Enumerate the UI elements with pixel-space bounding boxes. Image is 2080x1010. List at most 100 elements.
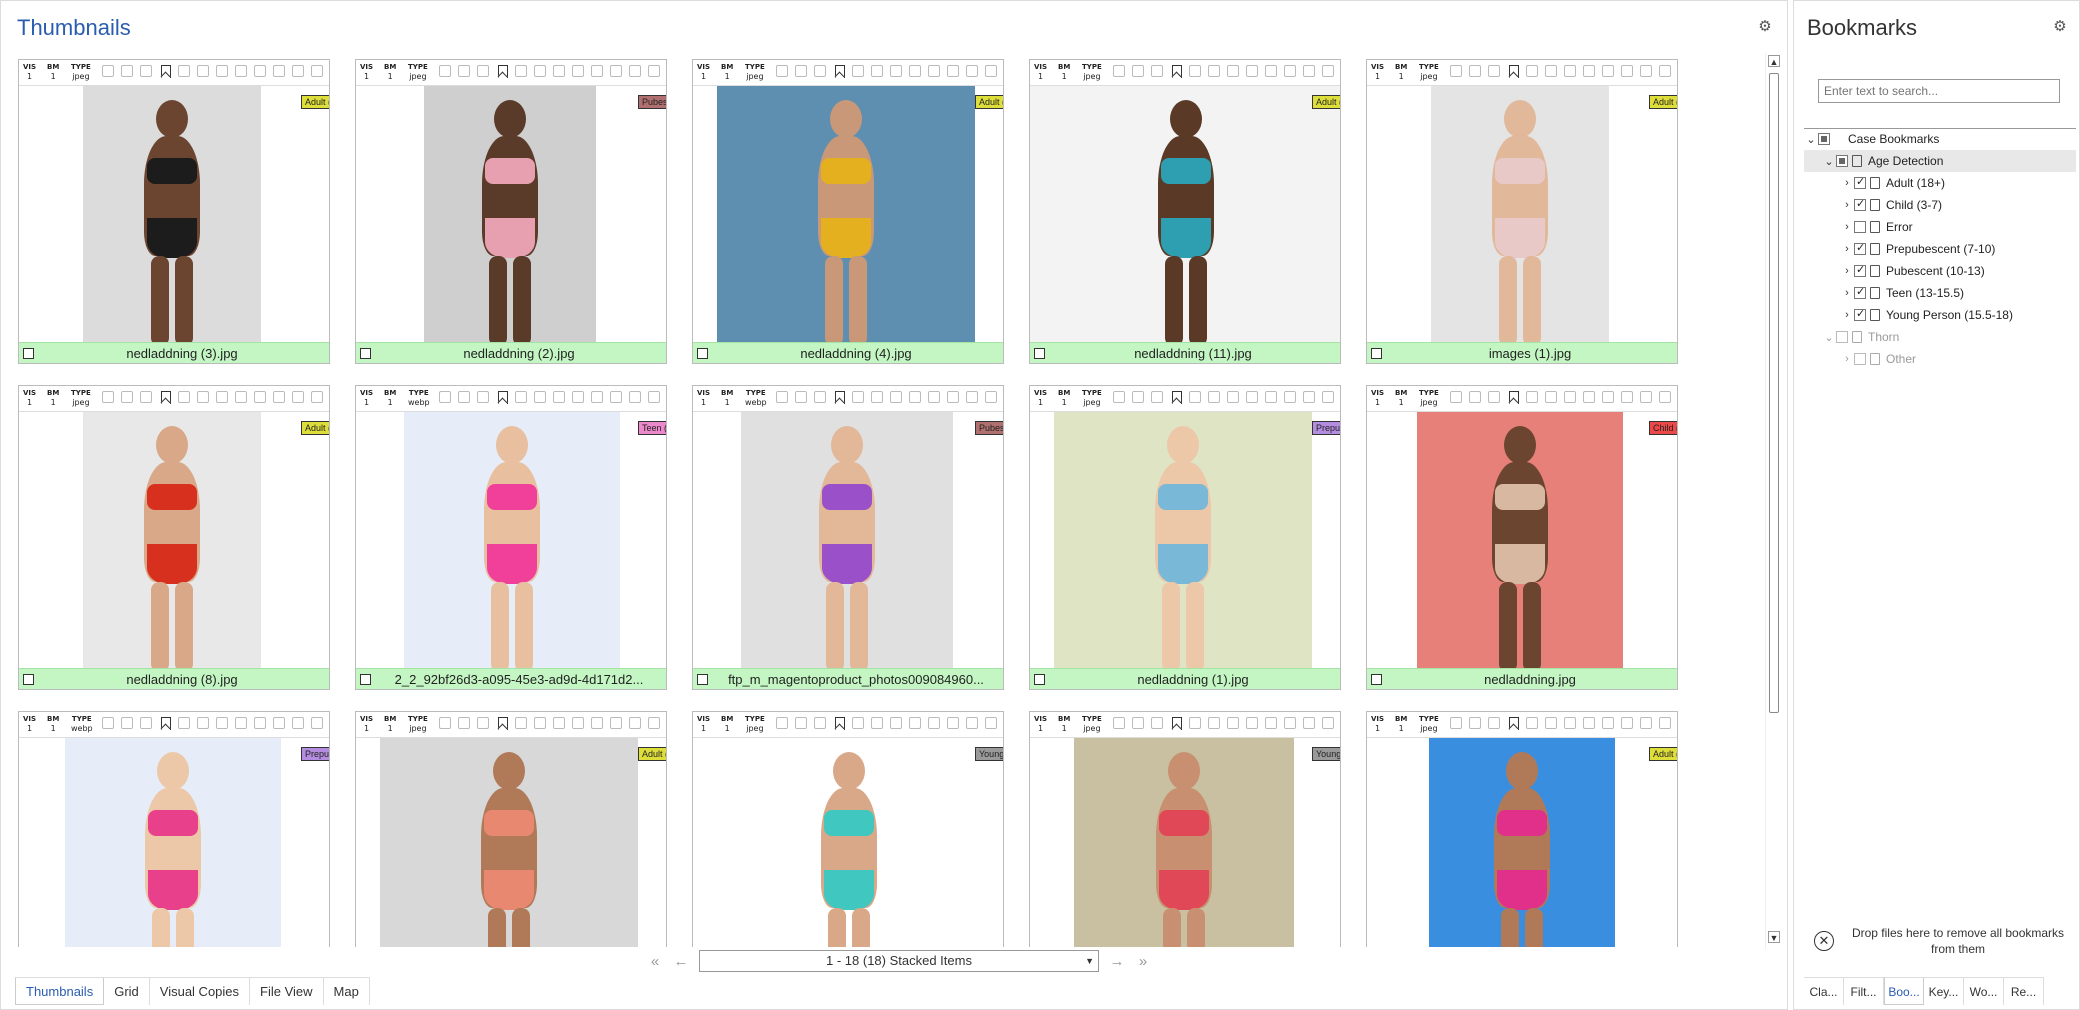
flag-icon[interactable]	[572, 65, 584, 77]
audio-icon[interactable]	[814, 717, 826, 729]
star-icon[interactable]	[1621, 65, 1633, 77]
location-icon[interactable]	[1303, 65, 1315, 77]
thumbnail-tile[interactable]: VIS1BM1TYPEjpegYoung P	[692, 711, 1004, 947]
flag-icon[interactable]	[1583, 65, 1595, 77]
bookmark-icon[interactable]	[833, 391, 845, 404]
tree-checkbox[interactable]	[1854, 175, 1866, 189]
tag-icon[interactable]	[515, 391, 527, 403]
tag-icon[interactable]	[1189, 65, 1201, 77]
tag-icon[interactable]	[1526, 717, 1538, 729]
doc-icon[interactable]	[1208, 65, 1220, 77]
flag-icon[interactable]	[235, 391, 247, 403]
audio-icon[interactable]	[1488, 65, 1500, 77]
tab-thumbnails[interactable]: Thumbnails	[15, 978, 105, 1005]
audio-icon[interactable]	[477, 65, 489, 77]
audio-icon[interactable]	[1151, 391, 1163, 403]
flag-icon[interactable]	[572, 391, 584, 403]
label-icon[interactable]	[1265, 65, 1277, 77]
thumbnail-image[interactable]: Adult (1	[1367, 86, 1677, 342]
note-icon[interactable]	[1227, 65, 1239, 77]
chevron-right-icon[interactable]: ›	[1840, 243, 1854, 255]
star-icon[interactable]	[273, 391, 285, 403]
thumbnail-image[interactable]: Adult (1	[19, 86, 329, 342]
grid-icon[interactable]	[985, 717, 997, 729]
thumbnail-tile[interactable]: VIS1BM1TYPEjpegAdult (1nedladdning (8).j…	[18, 385, 330, 690]
doc-icon[interactable]	[534, 717, 546, 729]
tree-node[interactable]: › Young Person (15.5-18)	[1804, 304, 2076, 326]
tree-checkbox[interactable]	[1854, 285, 1866, 299]
doc-icon[interactable]	[1545, 65, 1557, 77]
location-icon[interactable]	[629, 65, 641, 77]
scroll-down-icon[interactable]: ▼	[1768, 931, 1780, 943]
scrollbar-thumb[interactable]	[1769, 73, 1779, 713]
note-icon[interactable]	[1564, 391, 1576, 403]
doc-icon[interactable]	[871, 717, 883, 729]
drop-zone[interactable]: ✕ Drop files here to remove all bookmark…	[1804, 925, 2074, 965]
bookmark-icon[interactable]	[1507, 391, 1519, 404]
flag-icon[interactable]	[572, 717, 584, 729]
label-icon[interactable]	[254, 391, 266, 403]
flag-icon[interactable]	[1246, 391, 1258, 403]
bookmark-icon[interactable]	[496, 391, 508, 404]
tile-checkbox[interactable]	[360, 674, 371, 685]
tree-checkbox[interactable]	[1836, 155, 1848, 167]
pin-icon[interactable]	[439, 65, 451, 77]
thumbnail-image[interactable]: Adult (1	[19, 412, 329, 668]
thumbnail-tile[interactable]: VIS1BM1TYPEjpegAdult (1	[1366, 711, 1678, 947]
location-icon[interactable]	[1303, 717, 1315, 729]
audio-icon[interactable]	[814, 65, 826, 77]
label-icon[interactable]	[1602, 391, 1614, 403]
grid-icon[interactable]	[648, 391, 660, 403]
bookmark-icon[interactable]	[496, 65, 508, 78]
side-tab[interactable]: Cla...	[1804, 978, 1844, 1005]
tree-checkbox[interactable]	[1854, 221, 1866, 233]
star-icon[interactable]	[610, 391, 622, 403]
label-icon[interactable]	[254, 65, 266, 77]
flag-icon[interactable]	[909, 391, 921, 403]
audio-icon[interactable]	[140, 717, 152, 729]
tile-checkbox[interactable]	[1034, 348, 1045, 359]
tree-checkbox[interactable]	[1854, 353, 1866, 365]
camera-icon[interactable]	[1469, 717, 1481, 729]
tree-node[interactable]: › Error	[1804, 216, 2076, 238]
thumbnail-tile[interactable]: VIS1BM1TYPEwebpPrepub	[18, 711, 330, 947]
label-icon[interactable]	[591, 65, 603, 77]
audio-icon[interactable]	[477, 391, 489, 403]
tree-node[interactable]: › Prepubescent (7-10)	[1804, 238, 2076, 260]
gear-icon[interactable]: ⚙	[2052, 19, 2068, 35]
star-icon[interactable]	[610, 65, 622, 77]
side-tab[interactable]: Re...	[2004, 978, 2044, 1005]
tile-checkbox[interactable]	[360, 348, 371, 359]
pin-icon[interactable]	[439, 391, 451, 403]
tag-icon[interactable]	[1526, 65, 1538, 77]
tile-checkbox[interactable]	[1371, 348, 1382, 359]
pin-icon[interactable]	[102, 65, 114, 77]
tag-icon[interactable]	[1189, 391, 1201, 403]
thumbnail-image[interactable]: Teen (1	[356, 412, 666, 668]
doc-icon[interactable]	[1545, 717, 1557, 729]
tag-icon[interactable]	[1526, 391, 1538, 403]
thumbnail-image[interactable]: Pubesc	[693, 412, 1003, 668]
tile-checkbox[interactable]	[23, 674, 34, 685]
bookmark-icon[interactable]	[159, 391, 171, 404]
label-icon[interactable]	[1265, 717, 1277, 729]
grid-icon[interactable]	[1322, 391, 1334, 403]
location-icon[interactable]	[1640, 717, 1652, 729]
star-icon[interactable]	[273, 65, 285, 77]
bookmark-icon[interactable]	[496, 717, 508, 730]
bookmark-icon[interactable]	[1170, 65, 1182, 78]
camera-icon[interactable]	[795, 65, 807, 77]
pin-icon[interactable]	[102, 717, 114, 729]
tag-icon[interactable]	[852, 65, 864, 77]
camera-icon[interactable]	[121, 65, 133, 77]
thumbnail-tile[interactable]: VIS1BM1TYPEjpegChild (3nedladdning.jpg	[1366, 385, 1678, 690]
label-icon[interactable]	[591, 717, 603, 729]
tree-checkbox[interactable]	[1836, 331, 1848, 343]
bookmark-icon[interactable]	[833, 65, 845, 78]
note-icon[interactable]	[890, 391, 902, 403]
pin-icon[interactable]	[439, 717, 451, 729]
flag-icon[interactable]	[1583, 717, 1595, 729]
note-icon[interactable]	[890, 717, 902, 729]
doc-icon[interactable]	[197, 391, 209, 403]
star-icon[interactable]	[947, 65, 959, 77]
